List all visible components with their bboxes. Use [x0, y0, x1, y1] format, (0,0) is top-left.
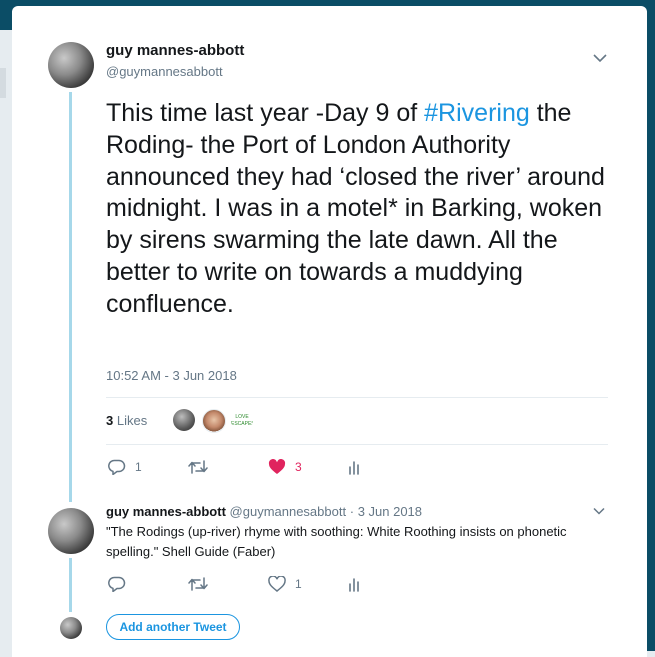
reply-header: guy mannes-abbott @guymannesabbott · 3 J… [106, 504, 422, 519]
reply-author-avatar[interactable] [48, 508, 94, 554]
divider [106, 444, 608, 445]
liker-badge-text: LOVE ESCAPES [231, 414, 253, 427]
liker-avatar-badge[interactable]: LOVE ESCAPES [231, 409, 253, 431]
like-button[interactable]: 1 [268, 576, 302, 592]
reply-button[interactable] [108, 576, 135, 592]
tweet-text-start: This time last year -Day 9 of [106, 99, 425, 127]
like-button[interactable]: 3 [268, 459, 302, 475]
tweet-timestamp[interactable]: 10:52 AM - 3 Jun 2018 [106, 368, 237, 383]
liker-avatar[interactable] [202, 409, 226, 433]
thread-line [69, 558, 72, 612]
author-handle[interactable]: @guymannesabbott [106, 64, 223, 79]
retweet-button[interactable] [188, 459, 217, 475]
reply-icon [108, 459, 126, 475]
tweet-text-end: the Roding- the Port of London Authority… [106, 99, 605, 318]
likes-label: Likes [116, 413, 148, 428]
thread-line [69, 92, 72, 502]
author-avatar[interactable] [48, 42, 94, 88]
like-count: 3 [295, 460, 302, 474]
tweet-detail-card: guy mannes-abbott @guymannesabbott This … [12, 6, 647, 657]
author-name[interactable]: guy mannes-abbott [106, 42, 244, 59]
add-another-tweet-button[interactable]: Add another Tweet [106, 614, 240, 640]
reply-date-separator: · [349, 504, 355, 519]
like-count: 1 [295, 577, 302, 591]
retweet-icon [188, 576, 208, 592]
reply-text: "The Rodings (up-river) rhyme with sooth… [106, 524, 567, 559]
background-page [0, 30, 12, 657]
analytics-icon [348, 459, 362, 475]
retweet-button[interactable] [188, 576, 217, 592]
heart-filled-icon [268, 459, 286, 475]
reply-count: 1 [135, 460, 142, 474]
reply-icon [108, 576, 126, 592]
hashtag-link[interactable]: #Rivering [424, 99, 530, 127]
chevron-down-icon[interactable] [593, 504, 605, 518]
divider [106, 397, 608, 398]
reply-date[interactable]: 3 Jun 2018 [358, 504, 422, 519]
tweet-text: This time last year -Day 9 of #Rivering … [106, 98, 626, 321]
reply-author-handle[interactable]: @guymannesabbott [230, 504, 347, 519]
likes-count[interactable]: 3 Likes [106, 413, 147, 428]
background-tab [0, 68, 6, 98]
chevron-down-icon[interactable] [593, 50, 607, 66]
reply-author-name[interactable]: guy mannes-abbott [106, 504, 226, 519]
liker-avatar[interactable] [173, 409, 195, 431]
analytics-button[interactable] [348, 459, 362, 475]
analytics-button[interactable] [348, 576, 362, 592]
retweet-icon [188, 459, 208, 475]
reply-button[interactable]: 1 [108, 459, 142, 475]
heart-outline-icon [268, 576, 286, 592]
analytics-icon [348, 576, 362, 592]
likes-number: 3 [106, 413, 114, 428]
composer-avatar [60, 617, 82, 639]
